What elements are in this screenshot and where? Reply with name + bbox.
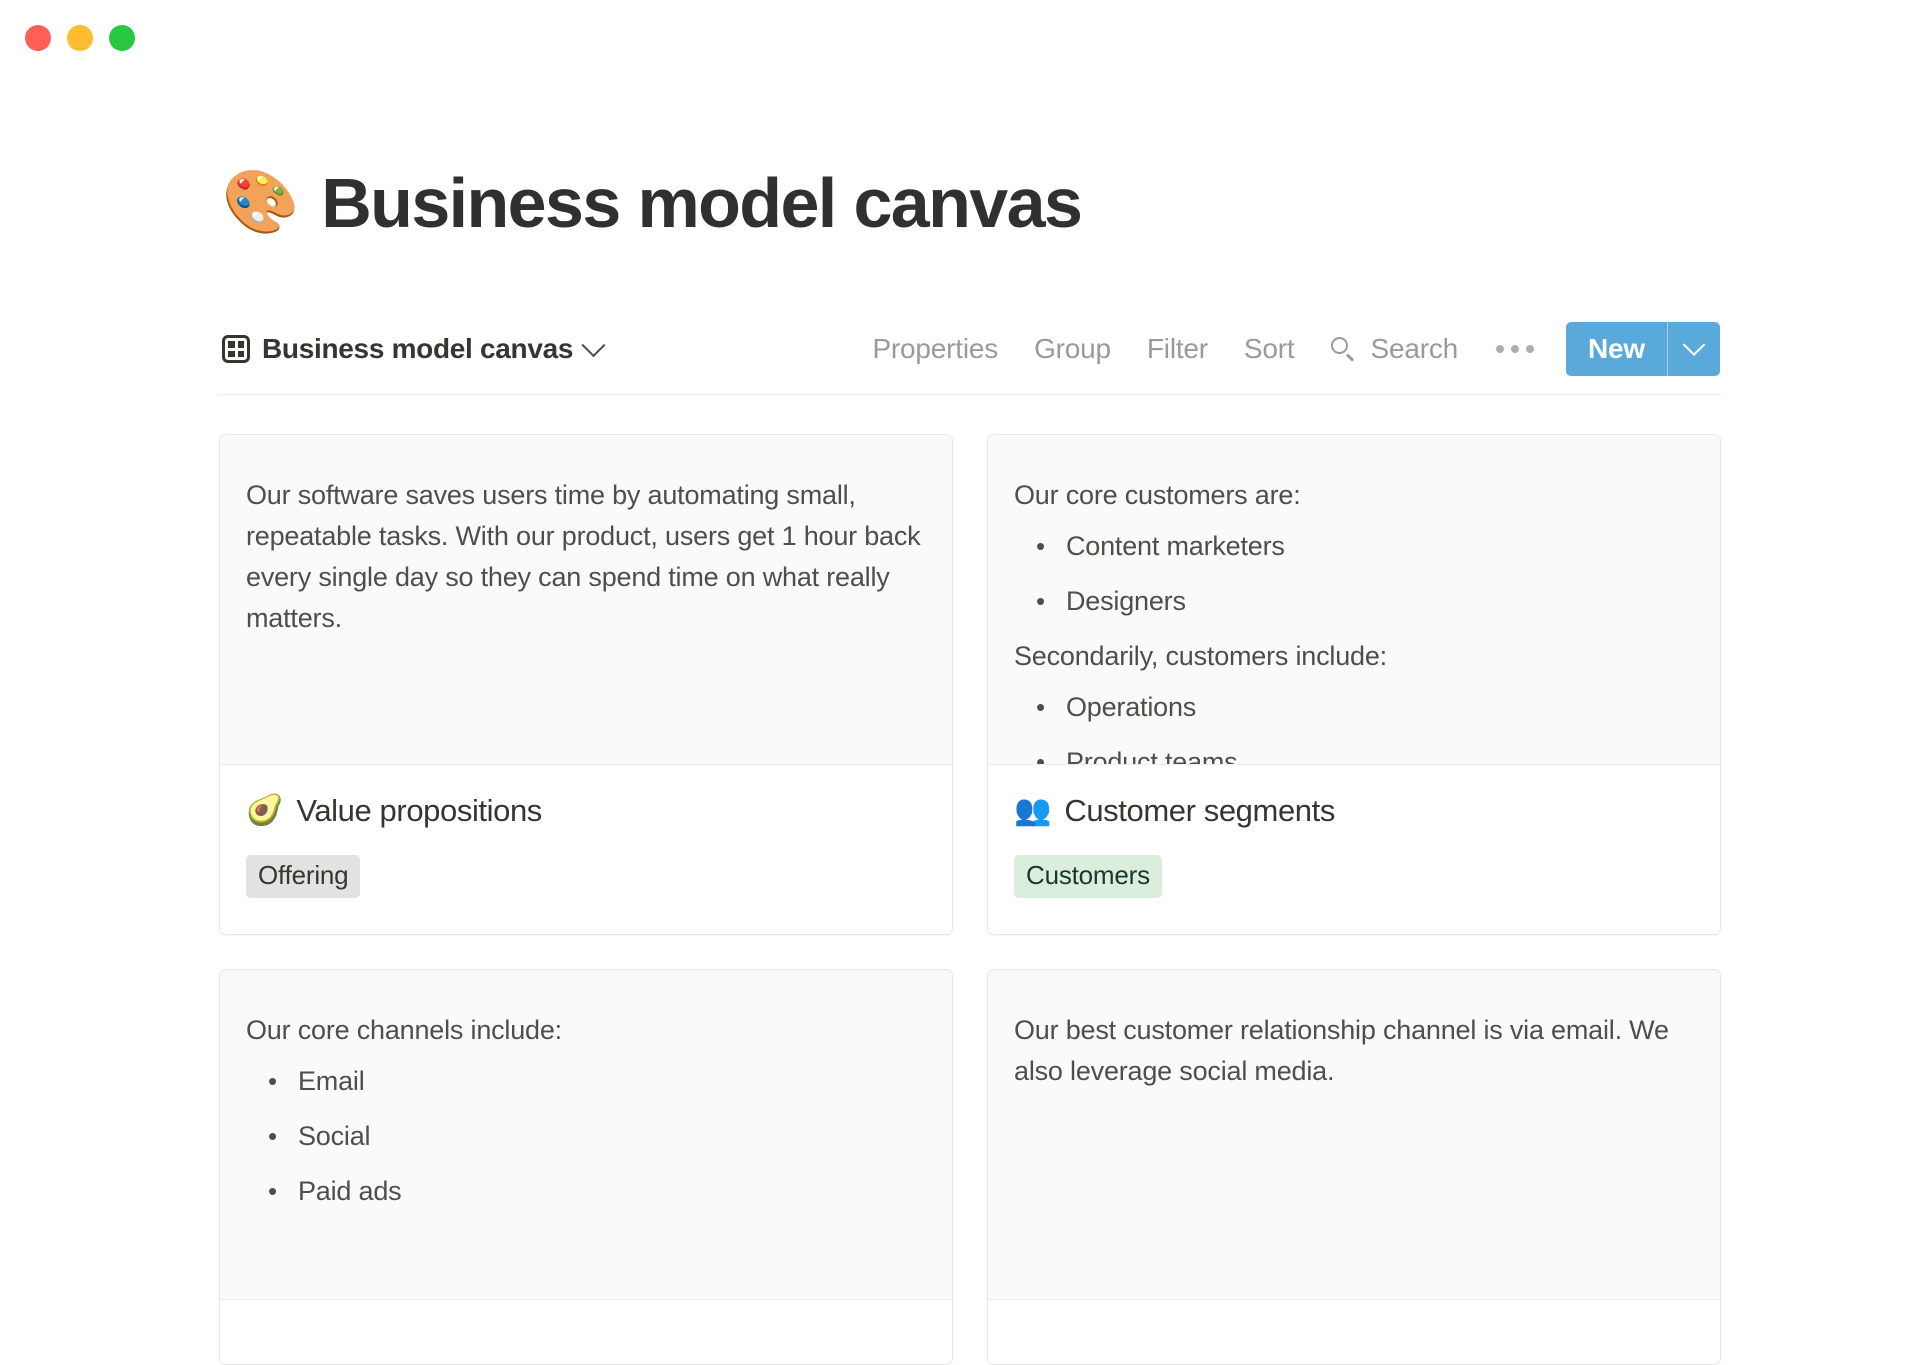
more-options-button[interactable] (1476, 345, 1554, 353)
new-button-dropdown[interactable] (1667, 322, 1720, 376)
card-preview: Our core customers are: Content marketer… (988, 435, 1720, 765)
window-chrome (0, 0, 1920, 76)
traffic-lights (25, 25, 135, 51)
card-body (988, 1300, 1720, 1364)
list-item: Social (268, 1116, 926, 1157)
sort-button[interactable]: Sort (1226, 333, 1313, 365)
list-item: Operations (1036, 687, 1694, 728)
preview-paragraph: Our best customer relationship channel i… (1014, 1015, 1669, 1087)
card-title-text: Value propositions (296, 793, 542, 828)
gallery-view-icon (222, 335, 250, 363)
search-button[interactable]: Search (1312, 333, 1476, 365)
preview-list: Content marketers Designers (1014, 526, 1694, 622)
card-item[interactable]: Our software saves users time by automat… (219, 434, 953, 936)
card-item[interactable]: Our core channels include: Email Social … (219, 969, 953, 1365)
list-item: Paid ads (268, 1171, 926, 1212)
chevron-down-icon (581, 332, 606, 357)
properties-button[interactable]: Properties (854, 333, 1016, 365)
busts-icon: 👥 (1014, 794, 1052, 827)
palette-icon: 🎨 (222, 168, 300, 237)
close-window-button[interactable] (25, 25, 51, 51)
preview-list: Email Social Paid ads (246, 1061, 926, 1212)
filter-button[interactable]: Filter (1129, 333, 1226, 365)
search-label: Search (1370, 333, 1459, 364)
preview-paragraph: Our core customers are: (1014, 480, 1301, 510)
chevron-down-icon (1682, 333, 1706, 357)
list-item: Designers (1036, 581, 1694, 622)
card-preview: Our core channels include: Email Social … (220, 970, 952, 1301)
toolbar-actions: Properties Group Filter Sort Search New (854, 322, 1720, 376)
preview-paragraph: Our software saves users time by automat… (246, 480, 921, 633)
card-title-text: Customer segments (1064, 793, 1335, 828)
view-selector[interactable]: Business model canvas (222, 332, 606, 365)
search-icon (1330, 336, 1356, 362)
card-body: 👥 Customer segments Customers (988, 765, 1720, 934)
avocado-icon: 🥑 (246, 794, 284, 827)
status-badge: Customers (1014, 855, 1162, 899)
list-item: Content marketers (1036, 526, 1694, 567)
card-title: 🥑 Value propositions (246, 793, 926, 829)
preview-list: Operations Product teams (1014, 687, 1694, 764)
new-button[interactable]: New (1566, 322, 1667, 376)
toolbar-divider (219, 394, 1721, 395)
new-button-group[interactable]: New (1566, 322, 1720, 376)
list-item: Email (268, 1061, 926, 1102)
group-button[interactable]: Group (1016, 333, 1129, 365)
card-gallery: Our software saves users time by automat… (219, 434, 1721, 1365)
card-preview: Our software saves users time by automat… (220, 435, 952, 765)
card-title: 👥 Customer segments (1014, 793, 1694, 829)
minimize-window-button[interactable] (67, 25, 93, 51)
dot-icon (1496, 345, 1505, 353)
card-item[interactable]: Our best customer relationship channel i… (987, 969, 1721, 1365)
card-body: 🥑 Value propositions Offering (220, 765, 952, 934)
list-item: Product teams (1036, 742, 1694, 764)
preview-paragraph: Secondarily, customers include: (1014, 641, 1387, 671)
card-body (220, 1300, 952, 1364)
dot-icon (1511, 345, 1520, 353)
preview-paragraph: Our core channels include: (246, 1015, 562, 1046)
view-selector-label: Business model canvas (262, 333, 574, 364)
database-toolbar: Business model canvas Properties Group F… (222, 318, 1720, 380)
zoom-window-button[interactable] (109, 25, 135, 51)
card-preview: Our best customer relationship channel i… (988, 970, 1720, 1301)
dot-icon (1526, 345, 1535, 353)
status-badge: Offering (246, 855, 361, 899)
page-header: 🎨 Business model canvas (222, 164, 1083, 242)
card-item[interactable]: Our core customers are: Content marketer… (987, 434, 1721, 936)
page-title: Business model canvas (321, 164, 1083, 242)
